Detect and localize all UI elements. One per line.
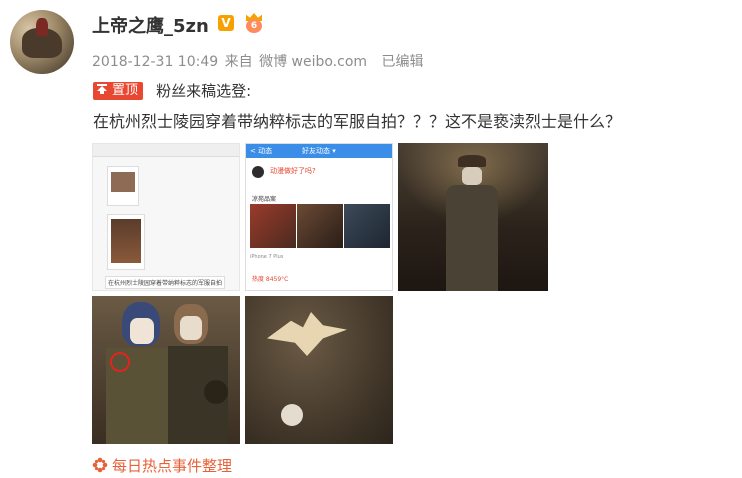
image-thumb (111, 172, 135, 192)
image-cap (458, 155, 486, 167)
image-button (281, 404, 303, 426)
avatar[interactable] (10, 10, 74, 74)
image-bubble (107, 166, 139, 206)
image-header-bar: < 动态 好友动态 ▾ (246, 144, 392, 158)
post-image-night-photo[interactable] (398, 143, 548, 291)
username[interactable]: 上帝之鹰_5zn (92, 12, 209, 38)
image-sub-text: 凉苑品案 (252, 196, 277, 203)
member-level-icon: 6 (246, 19, 262, 33)
pin-icon (97, 83, 107, 94)
pinned-label: 置顶 (112, 82, 139, 98)
post-image-uniform-photo[interactable] (92, 296, 240, 444)
avatar-rider-shape (36, 18, 48, 36)
image-anime-face (130, 318, 154, 344)
pin-line: 置顶 粉丝来稿选登: (93, 80, 251, 100)
image-person (444, 155, 500, 291)
image-eagle-insignia (267, 312, 347, 356)
image-highlight-circle (110, 352, 130, 372)
topic-link[interactable]: 每日热点事件整理 (92, 455, 232, 476)
image-photo (250, 204, 296, 248)
member-crown-icon[interactable]: 6 (244, 13, 264, 33)
image-coat (446, 185, 498, 291)
image-bubble (107, 214, 145, 270)
image-tab-center: 好友动态 ▾ (302, 147, 336, 155)
post-image-chat-screenshot[interactable]: 在杭州烈士陵园穿着带纳粹标志的军服自拍 (92, 143, 240, 291)
image-red-text: 动漫做好了吗? (270, 167, 316, 175)
topic-label[interactable]: 每日热点事件整理 (112, 457, 232, 475)
image-topbar (93, 144, 239, 157)
image-photo (297, 204, 343, 248)
source-prefix: 来自 (224, 54, 253, 70)
image-photo (344, 204, 390, 248)
post-image-weibo-screenshot[interactable]: < 动态 好友动态 ▾ 动漫做好了吗? 凉苑品案 iPhone 7 Plus 热… (245, 143, 393, 291)
post-meta: 2018-12-31 10:49 来自 微博 weibo.com 已编辑 (92, 51, 426, 71)
weibo-post: 上帝之鹰_5zn V 6 2018-12-31 10:49 来自 微博 weib… (0, 0, 742, 478)
verified-icon[interactable]: V (218, 15, 234, 31)
image-face (180, 316, 202, 340)
image-tab-left: < 动态 (250, 147, 273, 155)
post-image-eagle-closeup[interactable] (245, 296, 393, 444)
topic-flower-icon (92, 457, 108, 473)
source-link[interactable]: 微博 weibo.com (259, 54, 367, 70)
timestamp[interactable]: 2018-12-31 10:49 (92, 54, 218, 70)
image-face (462, 167, 482, 185)
post-body: 在杭州烈士陵园穿着带纳粹标志的军服自拍？？？这不是亵渎烈士是什么？ (93, 112, 622, 131)
image-helmet (204, 380, 228, 404)
edited-label[interactable]: 已编辑 (382, 54, 424, 70)
pin-intro-text: 粉丝来稿选登: (156, 82, 252, 100)
pinned-badge: 置顶 (93, 81, 144, 100)
image-footer: iPhone 7 Plus (250, 254, 284, 260)
image-hot-text: 热度 8459°C (252, 276, 289, 283)
image-caption: 在杭州烈士陵园穿着带纳粹标志的军服自拍 (105, 276, 226, 289)
image-thumb (111, 219, 141, 263)
image-avatar (252, 166, 264, 178)
